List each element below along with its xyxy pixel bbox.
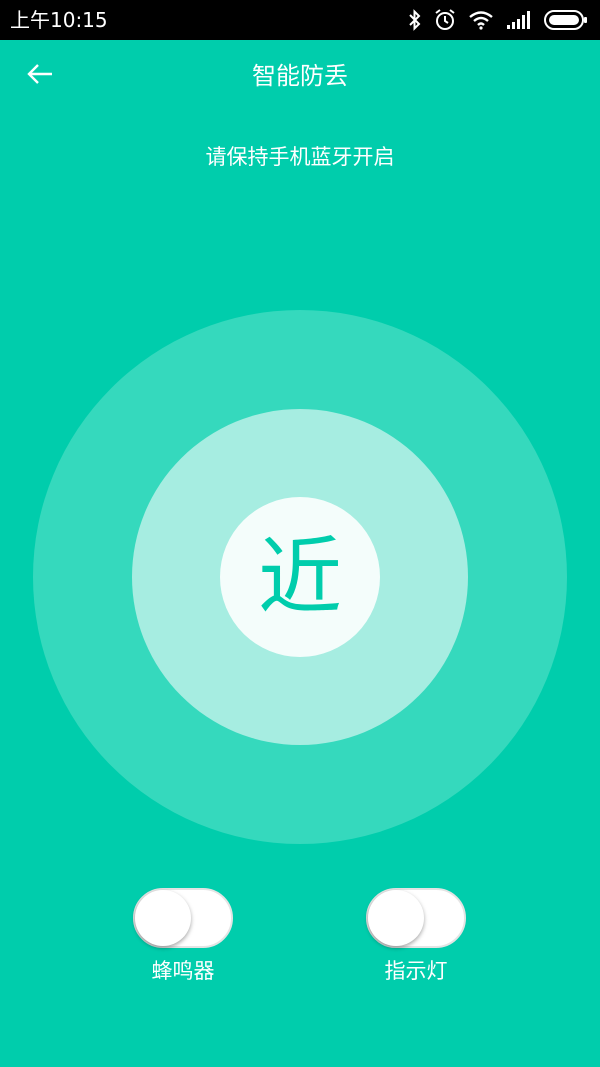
status-time: 上午10:15 [10,8,108,32]
indicator-light-switch-knob [368,890,424,946]
indicator-light-switch[interactable] [366,888,466,948]
battery-icon [544,10,588,30]
status-bar: 上午10:15 [0,0,600,40]
indicator-light-toggle-group: 指示灯 [346,888,486,986]
bluetooth-icon [408,9,422,31]
status-icons [408,8,588,32]
page-title: 智能防丢 [252,62,348,90]
app-bar: 智能防丢 [0,40,600,112]
buzzer-switch[interactable] [133,888,233,948]
buzzer-label: 蜂鸣器 [151,959,215,983]
alarm-icon [434,9,456,31]
buzzer-toggle-group: 蜂鸣器 [113,888,253,986]
distance-label: 近 [257,528,342,626]
indicator-light-label: 指示灯 [384,959,448,983]
bluetooth-hint-text: 请保持手机蓝牙开启 [205,145,395,169]
wifi-icon [468,10,494,30]
buzzer-switch-knob [135,890,191,946]
proximity-indicator: 近 [220,497,380,657]
signal-icon [506,11,532,29]
